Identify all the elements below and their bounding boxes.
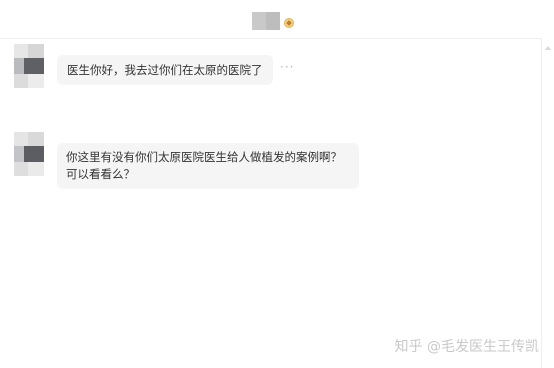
watermark: 知乎 @毛发医生王传凯 — [394, 339, 539, 355]
avatar[interactable] — [14, 44, 44, 88]
message-bubble: 医生你好，我去过你们在太原的医院了 — [57, 55, 273, 85]
avatar[interactable] — [14, 132, 44, 176]
contact-name-blurred[interactable] — [252, 12, 280, 30]
message-bubble: 你这里有没有你们太原医院医生给人做植发的案例啊？可以看看么？ — [57, 143, 359, 189]
chat-header — [0, 0, 554, 39]
message-text: 你这里有没有你们太原医院医生给人做植发的案例啊？可以看看么？ — [66, 150, 342, 181]
vip-badge-icon — [284, 18, 294, 28]
scrollbar[interactable] — [541, 38, 554, 368]
more-options-icon[interactable]: ··· — [280, 60, 294, 74]
message-text: 医生你好，我去过你们在太原的医院了 — [67, 63, 263, 77]
chat-window: 医生你好，我去过你们在太原的医院了 ··· 你这里有没有你们太原医院医生给人做植… — [0, 0, 554, 368]
